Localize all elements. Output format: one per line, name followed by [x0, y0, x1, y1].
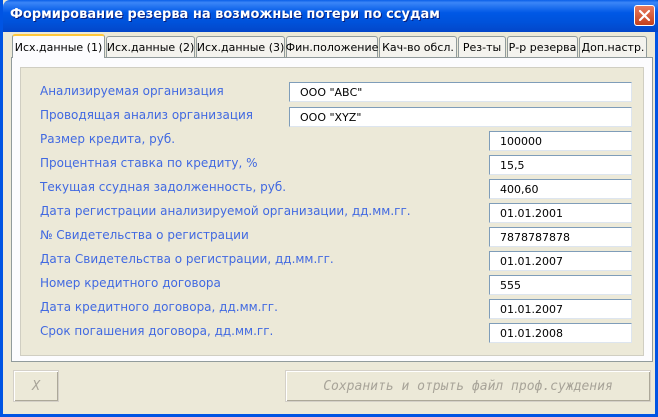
- analyzing-org-input[interactable]: ООО "XYZ": [289, 107, 632, 127]
- current-debt-label: Текущая ссудная задолженность, руб.: [40, 180, 287, 194]
- window-title: Формирование резерва на возможные потери…: [10, 7, 440, 22]
- tab-source-data-3[interactable]: Исх.данные (3): [196, 36, 285, 57]
- close-icon: [638, 9, 651, 22]
- tab-reserve-size[interactable]: Р-р резерва: [507, 36, 578, 57]
- dialog-window: Формирование резерва на возможные потери…: [0, 0, 658, 417]
- interest-rate-label: Процентная ставка по кредиту, %: [40, 156, 258, 170]
- tab-extra-settings[interactable]: Доп.настр.: [579, 36, 647, 57]
- maturity-date-input[interactable]: 01.01.2008: [489, 323, 632, 343]
- tab-source-data-1[interactable]: Исх.данные (1): [12, 34, 105, 58]
- loan-amount-label: Размер кредита, руб.: [40, 132, 176, 146]
- contract-number-input[interactable]: 555: [489, 275, 632, 295]
- title-bar[interactable]: Формирование резерва на возможные потери…: [3, 0, 658, 32]
- tab-source-data-2[interactable]: Исх.данные (2): [106, 36, 195, 57]
- contract-number-label: Номер кредитного договора: [40, 276, 221, 290]
- tab-service-quality[interactable]: Кач-во обсл.: [379, 36, 457, 57]
- certificate-number-input[interactable]: 7878787878: [489, 227, 632, 247]
- certificate-date-input[interactable]: 01.01.2007: [489, 251, 632, 271]
- registration-date-input[interactable]: 01.01.2001: [489, 203, 632, 223]
- analyzed-org-label: Анализируемая оргaнизация: [40, 84, 224, 98]
- save-and-open-button[interactable]: Сохранить и отрыть файл проф.суждения: [285, 370, 651, 402]
- registration-date-label: Дата регистрации анализируемой организац…: [40, 204, 411, 218]
- certificate-date-label: Дата Свидетельства о регистрации, дд.мм.…: [40, 252, 334, 266]
- current-debt-input[interactable]: 400,60: [489, 179, 632, 199]
- analyzing-org-label: Проводящая анализ организация: [40, 108, 253, 122]
- window-close-button[interactable]: [634, 5, 655, 26]
- contract-date-input[interactable]: 01.01.2007: [489, 299, 632, 319]
- analyzed-org-input[interactable]: ООО "АВС": [289, 82, 632, 102]
- loan-amount-input[interactable]: 100000: [489, 131, 632, 151]
- close-button[interactable]: X: [13, 370, 59, 402]
- interest-rate-input[interactable]: 15,5: [489, 155, 632, 175]
- contract-date-label: Дата кредитного договора, дд.мм.гг.: [40, 300, 278, 314]
- certificate-number-label: № Свидетельства о регистрации: [40, 228, 249, 242]
- maturity-date-label: Срок погашения договора, дд.мм.гг.: [40, 324, 274, 338]
- tab-financial-position[interactable]: Фин.положение: [286, 36, 378, 57]
- tab-results[interactable]: Рез-ты: [458, 36, 506, 57]
